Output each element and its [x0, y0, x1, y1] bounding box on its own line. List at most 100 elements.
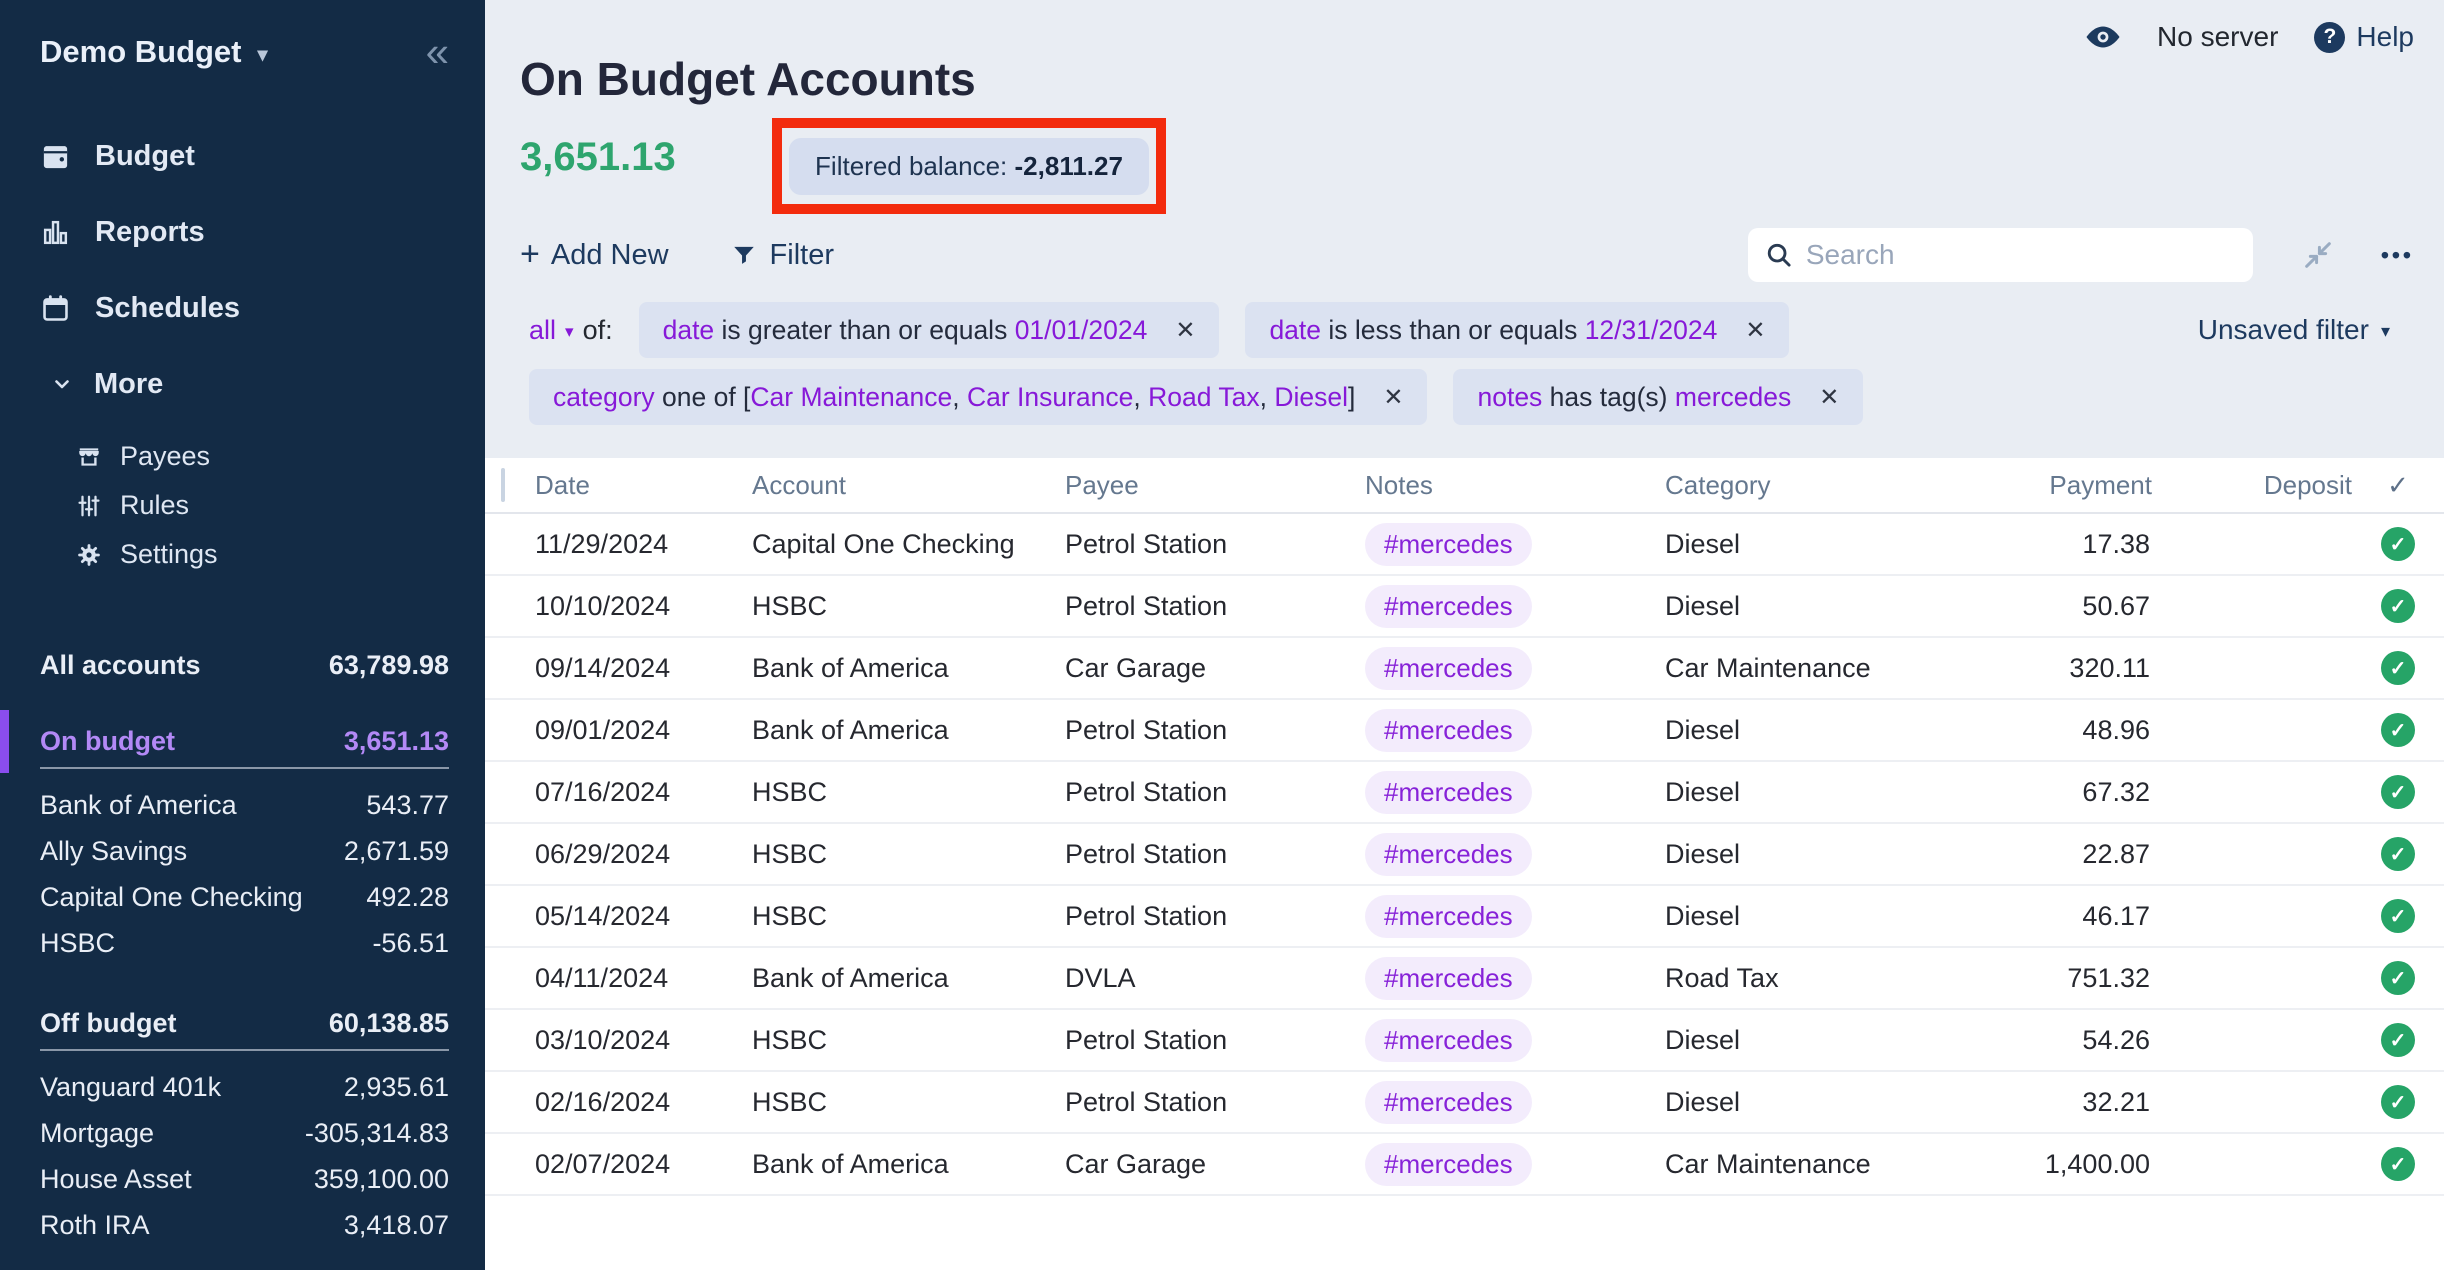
transaction-row[interactable]: 06/29/2024 HSBC Petrol Station #mercedes… [485, 824, 2444, 886]
match-mode-dropdown[interactable]: all ▾ of: [529, 315, 613, 346]
collapse-transactions-icon[interactable] [2301, 238, 2335, 272]
column-header-payee[interactable]: Payee [1065, 470, 1365, 501]
sidebar-item-schedules[interactable]: Schedules [0, 270, 485, 346]
account-row[interactable]: Mortgage -305,314.83 [40, 1110, 449, 1156]
cleared-check-icon[interactable]: ✓ [2381, 837, 2415, 871]
note-tag[interactable]: #mercedes [1365, 1143, 1532, 1186]
transaction-row[interactable]: 05/14/2024 HSBC Petrol Station #mercedes… [485, 886, 2444, 948]
note-tag[interactable]: #mercedes [1365, 709, 1532, 752]
notes-cell: #mercedes [1365, 647, 1665, 690]
payment-cell: 50.67 [1955, 591, 2152, 622]
search-input[interactable] [1806, 239, 2237, 271]
sidebar-item-budget[interactable]: Budget [0, 118, 485, 194]
server-status-button[interactable]: No server [2157, 21, 2278, 53]
add-new-button[interactable]: + Add New [520, 237, 669, 274]
column-header-date[interactable]: Date [535, 470, 752, 501]
off-budget-row[interactable]: Off budget 60,138.85 [40, 1000, 449, 1047]
unsaved-filter-dropdown[interactable]: Unsaved filter ▾ [2198, 314, 2390, 346]
cleared-check-icon[interactable]: ✓ [2381, 651, 2415, 685]
note-tag[interactable]: #mercedes [1365, 771, 1532, 814]
filter-condition-chip[interactable]: date is greater than or equals 01/01/202… [639, 302, 1220, 358]
remove-filter-icon[interactable]: ✕ [1819, 383, 1839, 412]
overflow-menu-button[interactable]: ••• [2381, 242, 2414, 269]
cleared-check-icon[interactable]: ✓ [2381, 1147, 2415, 1181]
account-cell: HSBC [752, 591, 1065, 622]
transaction-row[interactable]: 09/14/2024 Bank of America Car Garage #m… [485, 638, 2444, 700]
off-budget-amount: 60,138.85 [329, 1008, 449, 1039]
category-cell: Diesel [1665, 1025, 1955, 1056]
category-cell: Diesel [1665, 839, 1955, 870]
account-cell: Capital One Checking [752, 529, 1065, 560]
select-all-checkbox[interactable] [501, 468, 505, 502]
filtered-balance-label: Filtered balance: [815, 151, 1007, 181]
sidebar-collapse-button[interactable]: « [426, 35, 449, 69]
remove-filter-icon[interactable]: ✕ [1745, 316, 1765, 345]
transaction-row[interactable]: 07/16/2024 HSBC Petrol Station #mercedes… [485, 762, 2444, 824]
note-tag[interactable]: #mercedes [1365, 1081, 1532, 1124]
transaction-row[interactable]: 02/16/2024 HSBC Petrol Station #mercedes… [485, 1072, 2444, 1134]
filter-button[interactable]: Filter [731, 239, 834, 272]
column-header-notes[interactable]: Notes [1365, 470, 1665, 501]
sidebar-item-rules[interactable]: Rules [0, 481, 485, 530]
privacy-eye-button[interactable] [2085, 24, 2121, 50]
account-cell: HSBC [752, 839, 1065, 870]
remove-filter-icon[interactable]: ✕ [1175, 316, 1195, 345]
note-tag[interactable]: #mercedes [1365, 833, 1532, 876]
account-row[interactable]: Vanguard 401k 2,935.61 [40, 1064, 449, 1110]
budget-switcher[interactable]: Demo Budget ▾ [40, 34, 268, 70]
account-row[interactable]: Capital One Checking 492.28 [40, 874, 449, 920]
selected-indicator [0, 710, 9, 773]
column-header-cleared[interactable]: ✓ [2352, 470, 2444, 501]
sidebar-item-label: Reports [95, 216, 205, 249]
sidebar-item-more[interactable]: More [0, 346, 485, 422]
transaction-row[interactable]: 11/29/2024 Capital One Checking Petrol S… [485, 514, 2444, 576]
cleared-check-icon[interactable]: ✓ [2381, 961, 2415, 995]
account-row[interactable]: Roth IRA 3,418.07 [40, 1202, 449, 1248]
cleared-cell: ✓ [2352, 589, 2444, 623]
plus-icon: + [520, 237, 540, 274]
filter-condition-chip[interactable]: notes has tag(s) mercedes ✕ [1453, 369, 1863, 425]
transaction-row[interactable]: 02/07/2024 Bank of America Car Garage #m… [485, 1134, 2444, 1196]
note-tag[interactable]: #mercedes [1365, 957, 1532, 1000]
column-header-payment[interactable]: Payment [1955, 470, 2152, 501]
sidebar-item-reports[interactable]: Reports [0, 194, 485, 270]
sidebar-item-settings[interactable]: Settings [0, 530, 485, 579]
account-row[interactable]: House Asset 359,100.00 [40, 1156, 449, 1202]
column-header-deposit[interactable]: Deposit [2152, 470, 2352, 501]
chip-segment: ] [1348, 382, 1355, 412]
payee-cell: Petrol Station [1065, 777, 1365, 808]
cleared-check-icon[interactable]: ✓ [2381, 1085, 2415, 1119]
transaction-row[interactable]: 09/01/2024 Bank of America Petrol Statio… [485, 700, 2444, 762]
cleared-check-icon[interactable]: ✓ [2381, 713, 2415, 747]
payee-cell: Petrol Station [1065, 901, 1365, 932]
account-row[interactable]: Ally Savings 2,671.59 [40, 828, 449, 874]
note-tag[interactable]: #mercedes [1365, 523, 1532, 566]
chip-segment: has tag(s) [1542, 382, 1675, 412]
on-budget-row[interactable]: On budget 3,651.13 [40, 718, 449, 765]
transaction-row[interactable]: 04/11/2024 Bank of America DVLA #mercede… [485, 948, 2444, 1010]
column-header-category[interactable]: Category [1665, 470, 1955, 501]
account-row[interactable]: HSBC -56.51 [40, 920, 449, 966]
cleared-check-icon[interactable]: ✓ [2381, 775, 2415, 809]
filter-condition-chip[interactable]: category one of [Car Maintenance, Car In… [529, 369, 1427, 425]
column-header-account[interactable]: Account [752, 470, 1065, 501]
filter-condition-chip[interactable]: date is less than or equals 12/31/2024 ✕ [1245, 302, 1789, 358]
help-button[interactable]: ? Help [2314, 21, 2414, 53]
note-tag[interactable]: #mercedes [1365, 1019, 1532, 1062]
note-tag[interactable]: #mercedes [1365, 647, 1532, 690]
note-tag[interactable]: #mercedes [1365, 895, 1532, 938]
notes-cell: #mercedes [1365, 833, 1665, 876]
sidebar-item-payees[interactable]: Payees [0, 432, 485, 481]
cleared-check-icon[interactable]: ✓ [2381, 527, 2415, 561]
cleared-check-icon[interactable]: ✓ [2381, 589, 2415, 623]
cleared-check-icon[interactable]: ✓ [2381, 899, 2415, 933]
remove-filter-icon[interactable]: ✕ [1383, 383, 1403, 412]
transaction-row[interactable]: 10/10/2024 HSBC Petrol Station #mercedes… [485, 576, 2444, 638]
chip-segment: date [663, 315, 715, 345]
cleared-check-icon[interactable]: ✓ [2381, 1023, 2415, 1057]
sidebar: Demo Budget ▾ « Budget Reports [0, 0, 485, 1270]
account-row[interactable]: Bank of America 543.77 [40, 782, 449, 828]
note-tag[interactable]: #mercedes [1365, 585, 1532, 628]
all-accounts-row[interactable]: All accounts 63,789.98 [40, 642, 449, 689]
transaction-row[interactable]: 03/10/2024 HSBC Petrol Station #mercedes… [485, 1010, 2444, 1072]
